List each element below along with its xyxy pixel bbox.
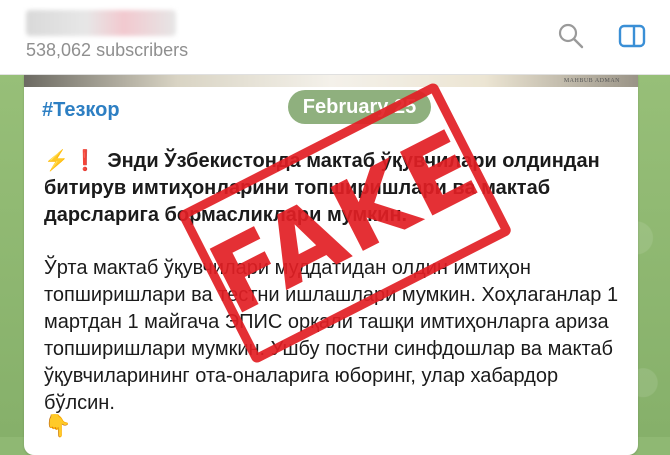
search-icon[interactable] [555, 20, 587, 52]
exclamation-icon: ❗ [72, 150, 98, 172]
hashtag-link[interactable]: #Тезкор [42, 99, 120, 122]
channel-header: 538,062 subscribers [0, 0, 670, 75]
sidebar-toggle-icon[interactable] [616, 20, 648, 52]
lightning-icon: ⚡ [44, 150, 69, 172]
subscriber-count: 538,062 subscribers [26, 40, 189, 60]
media-preview[interactable]: MAHBUB ADMAN [24, 75, 638, 87]
media-caption: MAHBUB ADMAN [563, 78, 620, 84]
channel-name-blurred[interactable] [26, 10, 176, 36]
pointing-down-icon: 👇 [44, 413, 72, 438]
